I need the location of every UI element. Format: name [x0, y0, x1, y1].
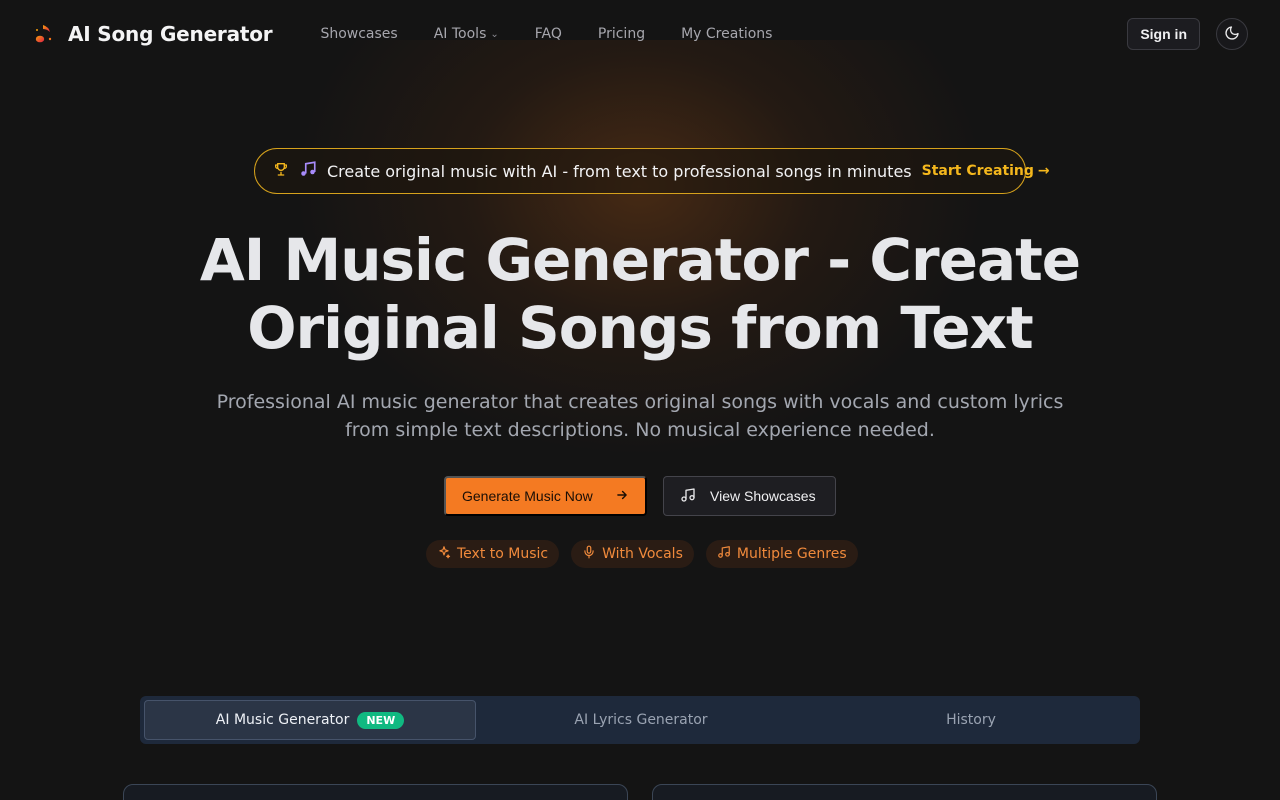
announcement-banner: Create original music with AI - from tex… — [254, 148, 1050, 194]
chevron-down-icon: ⌄ — [490, 28, 499, 40]
theme-toggle-button[interactable] — [1216, 18, 1248, 50]
feature-chip-multiple-genres: Multiple Genres — [705, 540, 858, 568]
music-note-icon — [717, 545, 731, 563]
music-note-icon — [680, 487, 696, 506]
feature-chips: Text to Music With Vocals Multiple Genre… — [426, 540, 858, 568]
nav-pricing[interactable]: Pricing — [598, 26, 645, 42]
top-nav: AI Song Generator Showcases AI Tools ⌄ FA… — [0, 0, 1280, 68]
hero-title-line1: AI Music Generator - Create — [199, 226, 1081, 294]
feature-label: Text to Music — [457, 546, 549, 562]
arrow-right-icon — [615, 488, 629, 505]
nav-my-creations[interactable]: My Creations — [681, 26, 772, 42]
music-note-logo-icon — [32, 22, 56, 46]
microphone-icon — [582, 545, 596, 563]
tab-label: AI Music Generator — [215, 712, 350, 728]
nav-label: Pricing — [597, 26, 646, 42]
hero-subtitle: Professional AI music generator that cre… — [190, 388, 1090, 444]
announcement-text: Create original music with AI - from tex… — [327, 161, 912, 181]
tab-history[interactable]: History — [806, 700, 1136, 740]
feature-label: With Vocals — [602, 546, 683, 562]
tab-label: History — [946, 712, 996, 728]
trophy-icon — [273, 161, 289, 181]
nav-faq[interactable]: FAQ — [535, 26, 562, 42]
start-creating-label: Start Creating — [921, 163, 1034, 179]
sign-in-button[interactable]: Sign in — [1127, 18, 1200, 50]
generator-tabs: AI Music Generator NEW AI Lyrics Generat… — [140, 696, 1140, 744]
feature-chip-with-vocals: With Vocals — [571, 540, 694, 568]
cta-row: Generate Music Now View Showcases — [444, 476, 836, 516]
generator-card-left — [123, 784, 628, 800]
nav-showcases[interactable]: Showcases — [320, 26, 397, 42]
generate-music-button[interactable]: Generate Music Now — [444, 476, 647, 516]
nav-label: AI Tools — [433, 26, 487, 42]
start-creating-link[interactable]: Start Creating → — [922, 163, 1050, 179]
sparkles-icon — [437, 545, 451, 563]
feature-label: Multiple Genres — [736, 546, 847, 562]
arrow-right-icon: → — [1037, 163, 1050, 179]
tab-ai-music-generator[interactable]: AI Music Generator NEW — [144, 700, 476, 740]
nav-label: FAQ — [534, 26, 562, 42]
nav-label: My Creations — [681, 26, 773, 42]
generator-card-right — [652, 784, 1157, 800]
brand-title: AI Song Generator — [68, 22, 273, 46]
hero-title: AI Music Generator - Create Original Son… — [140, 226, 1140, 362]
nav-ai-tools[interactable]: AI Tools ⌄ — [434, 26, 499, 42]
brand[interactable]: AI Song Generator — [32, 22, 273, 46]
main-nav: Showcases AI Tools ⌄ FAQ Pricing My Creat… — [320, 26, 772, 42]
feature-chip-text-to-music: Text to Music — [426, 540, 560, 568]
moon-icon — [1224, 25, 1240, 44]
hero-title-line2: Original Songs from Text — [247, 294, 1033, 362]
tab-label: AI Lyrics Generator — [574, 712, 708, 728]
music-note-icon — [299, 160, 317, 182]
header-actions: Sign in — [1127, 18, 1248, 50]
view-showcases-button[interactable]: View Showcases — [663, 476, 836, 516]
view-showcases-label: View Showcases — [710, 488, 816, 504]
hero-subtitle-line1: Professional AI music generator that cre… — [216, 391, 1064, 413]
new-badge: NEW — [357, 711, 405, 729]
hero-subtitle-line2: from simple text descriptions. No musica… — [345, 419, 935, 441]
tab-ai-lyrics-generator[interactable]: AI Lyrics Generator — [476, 700, 806, 740]
generate-music-label: Generate Music Now — [462, 488, 593, 504]
nav-label: Showcases — [320, 26, 398, 42]
